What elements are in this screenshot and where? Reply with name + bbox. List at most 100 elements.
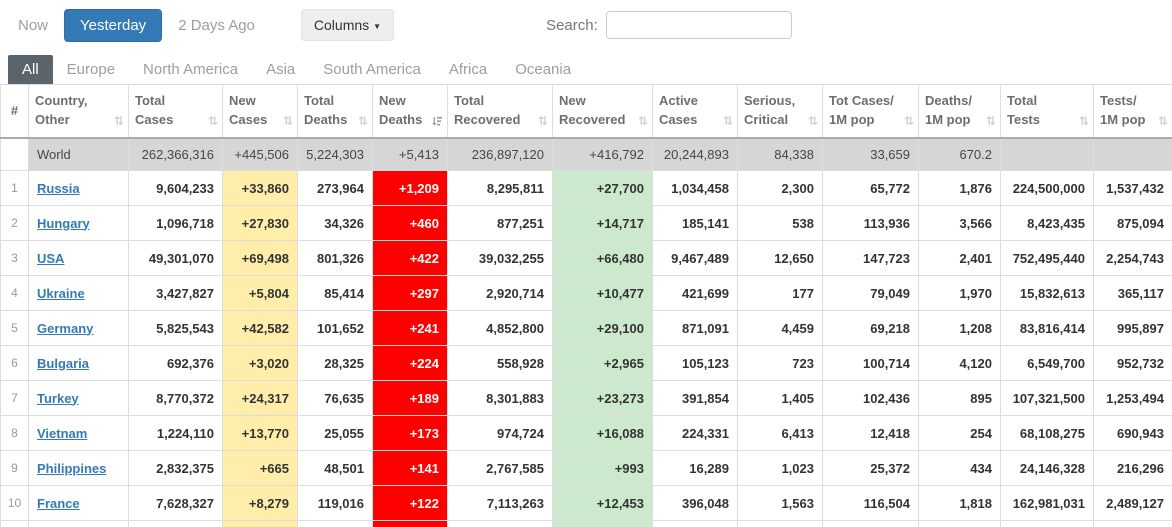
col-header-cases-per-1m[interactable]: Tot Cases/1M pop ⇅	[822, 84, 919, 139]
tab-south-america[interactable]: South America	[309, 55, 435, 84]
cell-country	[28, 520, 129, 527]
cell-tests-per-1m: 952,732	[1093, 345, 1172, 381]
cell-new-recovered: +2,965	[552, 345, 653, 381]
cell-total-cases	[128, 520, 223, 527]
columns-dropdown-button[interactable]: Columns ▼	[300, 9, 395, 41]
col-header-new-deaths[interactable]: New Deaths	[372, 84, 448, 139]
col-header-label: Total Recovered	[454, 92, 521, 127]
cell-tests-per-1m: 690,943	[1093, 415, 1172, 451]
cell-new-recovered: +993	[552, 450, 653, 486]
sort-both-icon: ⇅	[985, 113, 996, 128]
cell-total-deaths: 28,325	[297, 345, 373, 381]
cell-total-deaths	[297, 520, 373, 527]
col-header-total-deaths[interactable]: Total Deaths ⇅	[297, 84, 373, 139]
search-area: Search:	[546, 11, 792, 39]
cell-total-recovered	[447, 520, 553, 527]
cell-rank: 5	[0, 310, 29, 346]
cell-new-cases	[222, 520, 298, 527]
country-link[interactable]: France	[37, 496, 80, 511]
col-header-label: Total Tests	[1007, 92, 1040, 127]
columns-label: Columns	[313, 17, 370, 33]
sort-both-icon: ⇅	[637, 113, 648, 128]
country-link[interactable]: Hungary	[37, 216, 90, 231]
cell-active-cases: 105,123	[652, 345, 738, 381]
tab-europe[interactable]: Europe	[53, 55, 129, 84]
tab-north-america[interactable]: North America	[129, 55, 252, 84]
cell-new-deaths: +141	[372, 450, 448, 486]
world-row: World 262,366,316 +445,506 5,224,303 +5,413 2…	[0, 137, 1172, 171]
cell-rank: 4	[0, 275, 29, 311]
cell-cases-per-1m: 113,936	[822, 205, 919, 241]
cell-serious-critical: 6,413	[737, 415, 823, 451]
col-header-label: Country, Other	[35, 92, 88, 127]
sort-both-icon: ⇅	[722, 113, 733, 128]
col-header-total-cases[interactable]: Total Cases ⇅	[128, 84, 223, 139]
cell-country: Germany	[28, 310, 129, 346]
country-link[interactable]: Philippines	[37, 461, 106, 476]
tab-oceania[interactable]: Oceania	[501, 55, 585, 84]
table-header: # Country, Other ⇅ Total Cases ⇅ New Cases ⇅ Total…	[0, 84, 1172, 139]
cell-new-cases: +13,770	[222, 415, 298, 451]
cell-cases-per-1m: 147,723	[822, 240, 919, 276]
table-row: 5 Germany 5,825,543 +42,582 101,652 +241 4,852…	[0, 310, 1172, 346]
col-header-active-cases[interactable]: Active Cases ⇅	[652, 84, 738, 139]
country-link[interactable]: Ukraine	[37, 286, 85, 301]
cell-serious-critical: 4,459	[737, 310, 823, 346]
cell-rank: 7	[0, 380, 29, 416]
col-header-total-tests[interactable]: Total Tests ⇅	[1000, 84, 1094, 139]
cell-total-recovered: 2,767,585	[447, 450, 553, 486]
col-header-deaths-per-1m[interactable]: Deaths/1M pop ⇅	[918, 84, 1001, 139]
search-input[interactable]	[605, 11, 792, 39]
country-link[interactable]: Bulgaria	[37, 356, 89, 371]
cell-serious-critical: 1,563	[737, 485, 823, 521]
cell-total-deaths: 25,055	[297, 415, 373, 451]
cell-new-recovered	[552, 520, 653, 527]
cell-active-cases: 871,091	[652, 310, 738, 346]
col-header-country[interactable]: Country, Other ⇅	[28, 84, 129, 139]
cell-total-cases: 49,301,070	[128, 240, 223, 276]
toolbar: Now Yesterday 2 Days Ago Columns ▼ Search…	[0, 0, 1172, 50]
cell-tests-per-1m	[1093, 137, 1172, 171]
cell-rank: 2	[0, 205, 29, 241]
tab-asia[interactable]: Asia	[252, 55, 309, 84]
table-row: 2 Hungary 1,096,718 +27,830 34,326 +460 877,25…	[0, 205, 1172, 241]
cell-total-deaths: 5,224,303	[297, 137, 373, 171]
country-link[interactable]: Turkey	[37, 391, 79, 406]
cell-deaths-per-1m: 434	[918, 450, 1001, 486]
sort-both-icon: ⇅	[537, 113, 548, 128]
country-link[interactable]: USA	[37, 251, 64, 266]
yesterday-button[interactable]: Yesterday	[64, 8, 163, 42]
cell-total-cases: 1,096,718	[128, 205, 223, 241]
cell-country: Bulgaria	[28, 345, 129, 381]
cell-total-tests	[1000, 520, 1094, 527]
country-link[interactable]: Russia	[37, 181, 80, 196]
cell-total-cases: 5,825,543	[128, 310, 223, 346]
cell-country: Russia	[28, 170, 129, 206]
tab-all[interactable]: All	[8, 55, 53, 84]
cell-total-deaths: 76,635	[297, 380, 373, 416]
cell-serious-critical: 12,650	[737, 240, 823, 276]
country-link[interactable]: Germany	[37, 321, 93, 336]
tab-africa[interactable]: Africa	[435, 55, 501, 84]
search-label: Search:	[546, 16, 598, 34]
now-button[interactable]: Now	[8, 11, 58, 40]
cell-serious-critical: 177	[737, 275, 823, 311]
cell-total-recovered: 39,032,255	[447, 240, 553, 276]
col-header-new-cases[interactable]: New Cases ⇅	[222, 84, 298, 139]
cell-tests-per-1m: 216,296	[1093, 450, 1172, 486]
col-header-serious-critical[interactable]: Serious, Critical ⇅	[737, 84, 823, 139]
header-row: # Country, Other ⇅ Total Cases ⇅ New Cases ⇅ Total…	[0, 84, 1172, 139]
cell-new-cases: +5,804	[222, 275, 298, 311]
table-row-partial	[0, 520, 1172, 527]
cell-tests-per-1m: 365,117	[1093, 275, 1172, 311]
cell-new-cases: +665	[222, 450, 298, 486]
country-link[interactable]: Vietnam	[37, 426, 87, 441]
two-days-ago-button[interactable]: 2 Days Ago	[168, 11, 265, 40]
cell-cases-per-1m: 33,659	[822, 137, 919, 171]
col-header-new-recovered[interactable]: New Recovered ⇅	[552, 84, 653, 139]
cell-new-recovered: +416,792	[552, 137, 653, 171]
cell-tests-per-1m: 1,537,432	[1093, 170, 1172, 206]
col-header-rank: #	[0, 84, 29, 139]
col-header-tests-per-1m[interactable]: Tests/1M pop ⇅	[1093, 84, 1172, 139]
col-header-total-recovered[interactable]: Total Recovered ⇅	[447, 84, 553, 139]
